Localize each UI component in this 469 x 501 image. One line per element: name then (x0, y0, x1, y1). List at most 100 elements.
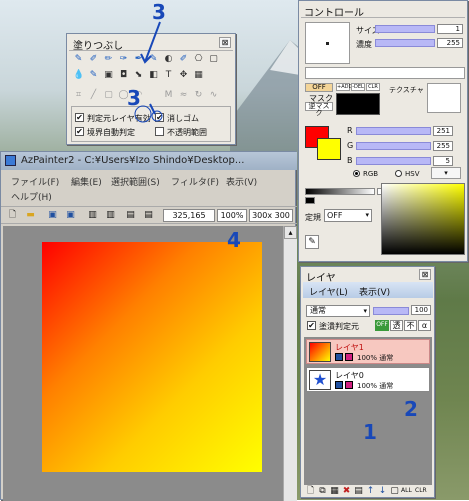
size-slider[interactable] (375, 25, 435, 33)
scroll-up-icon[interactable]: ▴ (284, 226, 297, 239)
layer-lock-icon[interactable] (345, 381, 353, 389)
shape-icon[interactable]: ⌗ (73, 90, 84, 101)
save-as-icon[interactable]: ▣ (65, 210, 76, 221)
frame-icon[interactable]: ▣ (103, 70, 114, 81)
new-layer-icon[interactable]: 🗋 (305, 486, 316, 497)
option-checkbox[interactable]: ✔ (75, 113, 84, 122)
open-folder-icon[interactable]: ▬ (25, 210, 36, 221)
menu-help[interactable]: ヘルプ(H) (11, 190, 52, 203)
text-icon[interactable]: T (163, 70, 174, 81)
save-icon[interactable]: ▣ (47, 210, 58, 221)
b-value[interactable]: 5 (433, 156, 453, 166)
toggle-button[interactable]: 不 (404, 320, 417, 331)
all-button[interactable]: ALL (401, 487, 412, 494)
layer-menu-item[interactable]: レイヤ(L) (309, 285, 348, 298)
black-swatch[interactable] (305, 197, 315, 204)
resize-icon[interactable]: ▤ (143, 210, 154, 221)
mask-add-button[interactable]: +ADD (336, 83, 352, 91)
crop-icon[interactable]: ▤ (125, 210, 136, 221)
delete-layer-icon[interactable]: ✖ (341, 486, 352, 497)
brush-list[interactable] (305, 67, 465, 79)
new-file-icon[interactable]: 🗋 (7, 210, 18, 221)
rect-icon[interactable]: ▢ (103, 90, 114, 101)
brush-icon[interactable]: ✐ (88, 54, 99, 65)
toggle-button[interactable]: 透 (390, 320, 403, 331)
mask-color-swatch[interactable] (336, 93, 380, 115)
clr-button[interactable]: CLR (415, 487, 427, 494)
airbrush-icon[interactable]: ✑ (118, 54, 129, 65)
color-picker-square[interactable] (381, 183, 465, 255)
mask-del-button[interactable]: -DEL (351, 83, 365, 91)
view-menu-item[interactable]: 表示(V) (359, 285, 390, 298)
close-icon[interactable]: ⊠ (219, 37, 231, 48)
merge-layer-icon[interactable]: ▦ (329, 486, 340, 497)
menu-view[interactable]: 表示(V) (226, 175, 257, 188)
marker-icon[interactable]: ✒ (133, 54, 144, 65)
mask-clr-button[interactable]: CLR (366, 83, 380, 91)
blend-mode-select[interactable]: 通常 ▾ (306, 305, 370, 317)
eyedropper-icon[interactable]: ✎ (305, 235, 319, 249)
option-checkbox[interactable] (155, 127, 164, 136)
move-down-icon[interactable]: ↓ (377, 486, 388, 497)
toggle-button[interactable]: α (418, 320, 431, 331)
grayscale-bar[interactable] (305, 188, 375, 195)
layer-lock-icon[interactable] (345, 353, 353, 361)
close-icon[interactable]: ⊠ (419, 269, 431, 280)
r-slider[interactable] (356, 127, 431, 135)
pen2-icon[interactable]: ✎ (88, 70, 99, 81)
drop-icon[interactable]: 💧 (73, 70, 84, 81)
gradient-icon[interactable]: ◧ (148, 70, 159, 81)
pencil-icon[interactable]: ✏ (103, 54, 114, 65)
option-checkbox[interactable]: ✔ (155, 113, 164, 122)
layer-row-selected[interactable]: レイヤ1 100% 通常 (306, 339, 430, 364)
polygon-icon[interactable]: M (163, 90, 174, 101)
move-icon[interactable]: ✥ (178, 70, 189, 81)
opacity-value[interactable]: 100 (411, 305, 431, 315)
undo-icon[interactable]: ▥ (87, 210, 98, 221)
size-value[interactable]: 1 (437, 24, 463, 34)
zoom-icon[interactable]: ▦ (193, 70, 204, 81)
layer-row[interactable]: ★ レイヤ0 100% 通常 (306, 367, 430, 392)
off-button[interactable]: OFF (375, 320, 389, 331)
copy-layer-icon[interactable]: ⧉ (317, 486, 328, 497)
dodge-icon[interactable]: ✐ (178, 54, 189, 65)
select-icon[interactable]: ◘ (118, 70, 129, 81)
menu-selection[interactable]: 選択範囲(S) (111, 175, 160, 188)
paint-judge-checkbox[interactable]: ✔ (307, 321, 316, 330)
g-slider[interactable] (356, 142, 431, 150)
option-checkbox[interactable]: ✔ (75, 127, 84, 136)
finger-icon[interactable]: ▢ (208, 54, 219, 65)
move-up-icon[interactable]: ↑ (365, 486, 376, 497)
g-value[interactable]: 255 (433, 141, 453, 151)
pen-icon[interactable]: ✎ (73, 54, 84, 65)
spiral-icon[interactable]: ↻ (193, 90, 204, 101)
stamp-icon[interactable]: ⎔ (193, 54, 204, 65)
texture-preview[interactable] (427, 83, 461, 113)
menu-edit[interactable]: 編集(E) (71, 175, 102, 188)
hsv-dropdown[interactable]: ▾ (431, 167, 461, 179)
reverse-mask-button[interactable]: 逆マスク (305, 102, 333, 117)
wave-icon[interactable]: ∿ (208, 90, 219, 101)
mask-off-button[interactable]: OFF (305, 83, 333, 92)
drawing-canvas[interactable] (42, 242, 262, 472)
layer-visible-icon[interactable] (335, 381, 343, 389)
b-slider[interactable] (356, 157, 431, 165)
layer-settings-icon[interactable]: ▤ (353, 486, 364, 497)
rule-select[interactable]: OFF ▾ (324, 209, 372, 222)
opacity-slider[interactable] (373, 307, 409, 315)
layer-frame-icon[interactable]: ▢ (389, 486, 400, 497)
blur-icon[interactable]: ✎ (148, 54, 159, 65)
hsv-radio[interactable] (395, 170, 402, 177)
rgb-radio[interactable] (353, 170, 360, 177)
background-color[interactable] (317, 138, 341, 160)
density-slider[interactable] (375, 39, 435, 47)
layer-visible-icon[interactable] (335, 353, 343, 361)
vertical-scrollbar[interactable]: ▴ (283, 226, 297, 501)
eraser-icon[interactable]: ◐ (163, 54, 174, 65)
density-value[interactable]: 255 (437, 38, 463, 48)
fill-tool-icon[interactable]: ⬊ (133, 70, 144, 81)
menu-file[interactable]: ファイル(F) (11, 175, 59, 188)
curve-icon[interactable]: ≈ (178, 90, 189, 101)
menu-filter[interactable]: フィルタ(F) (171, 175, 219, 188)
line-icon[interactable]: ╱ (88, 90, 99, 101)
